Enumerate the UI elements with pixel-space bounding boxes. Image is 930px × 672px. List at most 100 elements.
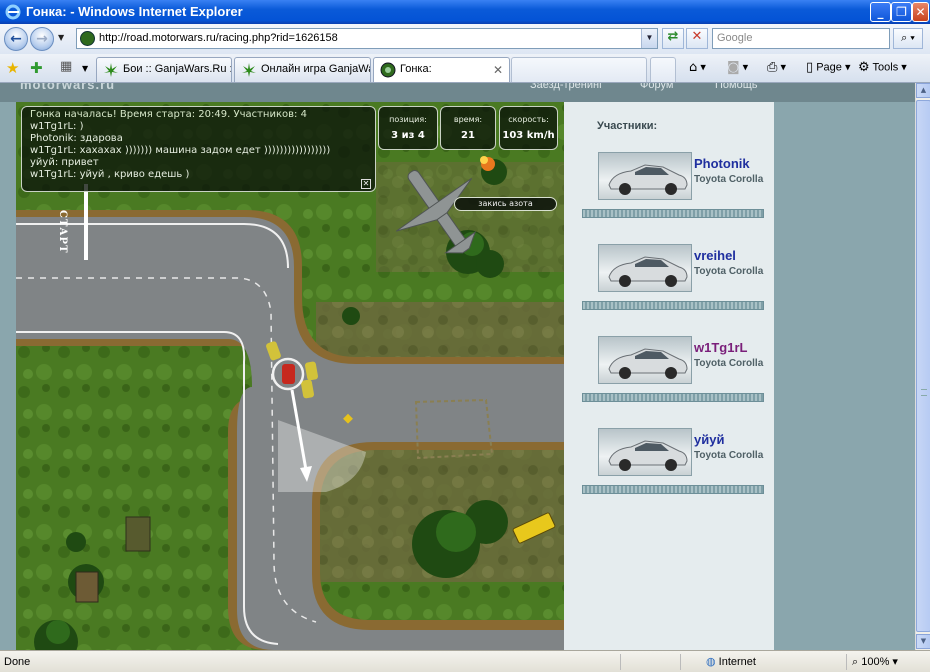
address-dropdown-icon[interactable]: ▼ xyxy=(641,29,657,48)
home-button[interactable]: ⌂ ▾ xyxy=(689,60,706,75)
time-value: 21 xyxy=(461,130,475,141)
security-zone[interactable]: ◍ Internet xyxy=(706,655,756,668)
page-content: motorwars.ru Заезд-тренинг Форум Помощь xyxy=(0,83,915,650)
participant-card[interactable]: w1Tg1rL Toyota Corolla xyxy=(582,336,768,406)
new-tab-area[interactable] xyxy=(511,57,647,82)
page-right-margin xyxy=(774,102,915,650)
close-tab-icon[interactable]: ✕ xyxy=(493,63,503,77)
participant-progress-bar xyxy=(582,393,764,402)
car-photo xyxy=(598,152,692,200)
zoom-control[interactable]: ⌕ 100% ▾ xyxy=(852,655,898,669)
address-url[interactable]: http://road.motorwars.ru/racing.php?rid=… xyxy=(99,32,338,44)
chat-line: w1Tg1rL: ) xyxy=(30,121,84,132)
tools-menu-label: Tools xyxy=(872,61,899,74)
participant-car-model: Toyota Corolla xyxy=(694,174,764,185)
site-logo[interactable]: motorwars.ru xyxy=(20,83,115,92)
scroll-up-icon[interactable]: ▲ xyxy=(916,83,930,98)
tools-menu[interactable]: ⚙ Tools ▾ xyxy=(858,60,907,75)
ie-logo-icon xyxy=(5,4,21,20)
back-button[interactable]: ← xyxy=(4,27,28,51)
status-divider xyxy=(620,654,621,670)
favorites-star-icon[interactable]: ★ xyxy=(6,59,19,77)
search-button[interactable]: ⌕ ▾ xyxy=(893,28,923,49)
new-tab-button[interactable] xyxy=(650,57,676,82)
participant-card[interactable]: Photonik Toyota Corolla xyxy=(582,152,768,222)
participant-progress-bar xyxy=(582,485,764,494)
nav-link-training[interactable]: Заезд-тренинг xyxy=(530,83,603,91)
participant-progress-bar xyxy=(582,301,764,310)
forward-button[interactable]: → xyxy=(30,27,54,51)
race-chat[interactable]: Гонка началась! Время старта: 20:49. Уча… xyxy=(21,106,376,192)
maximize-button[interactable]: ❐ xyxy=(891,2,912,22)
gear-icon: ⚙ xyxy=(858,60,870,75)
status-bar: Done ◍ Internet ⌕ 100% ▾ xyxy=(0,650,930,672)
position-stat: позиция: 3 из 4 xyxy=(378,106,438,150)
car-photo xyxy=(598,244,692,292)
add-favorite-icon[interactable]: ✚ xyxy=(30,59,43,77)
participant-card[interactable]: уйуй Toyota Corolla xyxy=(582,428,768,498)
minimize-button[interactable]: _ xyxy=(870,2,891,22)
close-chat-icon[interactable]: ✕ xyxy=(361,179,371,189)
participant-name[interactable]: Photonik xyxy=(694,156,750,171)
speed-value: 103 km/h xyxy=(502,130,555,141)
tab-ganjawars-battles[interactable]: Бои :: GanjaWars.Ru ::... xyxy=(96,57,232,82)
window-title: Гонка: - Windows Internet Explorer xyxy=(26,4,243,19)
participant-name[interactable]: уйуй xyxy=(694,432,724,447)
position-value: 3 из 4 xyxy=(391,130,425,141)
tab-list-dropdown-icon[interactable]: ▼ xyxy=(82,64,88,73)
nitro-button[interactable]: закись азота xyxy=(454,197,557,211)
time-label: время: xyxy=(453,115,483,124)
speed-label: скорость: xyxy=(508,115,549,124)
chat-line: Photonik: здарова xyxy=(30,133,123,144)
zoom-label: 100% xyxy=(861,656,890,668)
printer-icon: ⎙ xyxy=(767,60,778,75)
home-icon: ⌂ xyxy=(689,60,698,75)
car-photo xyxy=(598,336,692,384)
feeds-button[interactable]: ◙ ▾ xyxy=(727,60,748,75)
page-menu[interactable]: ▯ Page ▾ xyxy=(806,60,851,75)
cannabis-leaf-icon xyxy=(242,63,256,77)
address-bar-row: ← → ▼ http://road.motorwars.ru/racing.ph… xyxy=(0,24,930,54)
quick-tabs-icon[interactable]: ▦ xyxy=(60,59,72,74)
nav-link-forum[interactable]: Форум xyxy=(640,83,673,91)
stop-button[interactable]: ✕ xyxy=(686,28,708,49)
scroll-thumb[interactable] xyxy=(916,100,930,632)
zoom-icon: ⌕ xyxy=(852,655,859,668)
address-field[interactable]: http://road.motorwars.ru/racing.php?rid=… xyxy=(76,28,658,49)
page-menu-label: Page xyxy=(816,61,842,74)
tab-label: Бои :: GanjaWars.Ru ::... xyxy=(123,63,231,75)
chat-line: w1Tg1rL: уйуй , криво едешь ) xyxy=(30,169,190,180)
participant-card[interactable]: vreihel Toyota Corolla xyxy=(582,244,768,314)
title-bar: Гонка: - Windows Internet Explorer _ ❐ ✕ xyxy=(0,0,930,24)
race-game-field[interactable]: СТАРТ Гонка началась! Время старта: 20:4… xyxy=(16,102,564,650)
car-photo xyxy=(598,428,692,476)
globe-icon: ◍ xyxy=(706,655,716,668)
close-window-button[interactable]: ✕ xyxy=(912,2,929,22)
participants-panel: Участники: Photonik Toyota Corolla vreih… xyxy=(564,102,774,650)
position-label: позиция: xyxy=(389,115,427,124)
chat-line: Гонка началась! Время старта: 20:49. Уча… xyxy=(30,109,307,120)
status-text: Done xyxy=(4,656,31,668)
status-divider xyxy=(846,654,847,670)
tab-label: Гонка: xyxy=(400,63,432,75)
site-favicon-icon xyxy=(380,62,396,78)
participant-name[interactable]: vreihel xyxy=(694,248,736,263)
participant-name[interactable]: w1Tg1rL xyxy=(694,340,747,355)
page-icon: ▯ xyxy=(806,60,814,75)
scroll-down-icon[interactable]: ▼ xyxy=(916,634,930,649)
nav-link-help[interactable]: Помощь xyxy=(715,83,758,91)
print-button[interactable]: ⎙ ▾ xyxy=(767,60,786,75)
site-header: motorwars.ru Заезд-тренинг Форум Помощь xyxy=(0,83,915,102)
search-input[interactable]: Google xyxy=(712,28,890,49)
vertical-scrollbar[interactable]: ▲ ▼ xyxy=(915,83,930,650)
status-divider xyxy=(680,654,681,670)
start-line-label: СТАРТ xyxy=(57,210,68,254)
speed-stat: скорость: 103 km/h xyxy=(499,106,558,150)
tab-ganjawars-game[interactable]: Онлайн игра GanjaWa... xyxy=(234,57,371,82)
participant-progress-bar xyxy=(582,209,764,218)
participant-car-model: Toyota Corolla xyxy=(694,266,764,277)
history-dropdown-icon[interactable]: ▼ xyxy=(58,33,64,42)
refresh-button[interactable]: ⇄ xyxy=(662,28,684,49)
tab-label: Онлайн игра GanjaWa... xyxy=(261,63,370,75)
tab-race[interactable]: Гонка: ✕ xyxy=(373,57,510,82)
